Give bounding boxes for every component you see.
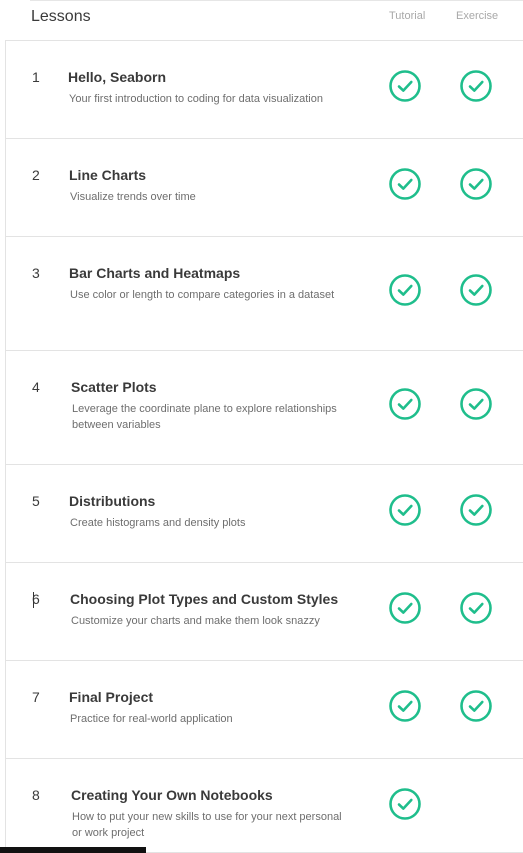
lesson-description: Customize your charts and make them look… (71, 615, 320, 627)
lesson-row[interactable]: 6 Choosing Plot Types and Custom Styles Cu… (6, 563, 523, 661)
lessons-title: Lessons (31, 8, 91, 25)
lesson-title[interactable]: Choosing Plot Types and Custom Styles (70, 591, 338, 607)
lesson-row[interactable]: 4 Scatter Plots Leverage the coordinate pl… (6, 351, 523, 465)
tutorial-checkmark-circle-icon[interactable] (389, 168, 421, 200)
exercise-checkmark-circle-icon[interactable] (460, 592, 492, 624)
lesson-title[interactable]: Creating Your Own Notebooks (71, 787, 273, 803)
lesson-title[interactable]: Hello, Seaborn (68, 69, 166, 85)
lesson-title[interactable]: Distributions (69, 493, 155, 509)
lesson-title[interactable]: Bar Charts and Heatmaps (69, 265, 240, 281)
tutorial-checkmark-circle-icon[interactable] (389, 690, 421, 722)
lessons-list: 1 Hello, Seaborn Your first introduction t… (5, 40, 523, 853)
lesson-number: 7 (32, 689, 40, 705)
lesson-number: 1 (32, 69, 40, 85)
lessons-header: Lessons Tutorial Exercise (0, 0, 523, 40)
lesson-title[interactable]: Final Project (69, 689, 153, 705)
exercise-column-header: Exercise (456, 10, 499, 22)
exercise-checkmark-circle-icon[interactable] (460, 168, 492, 200)
lesson-row[interactable]: 1 Hello, Seaborn Your first introduction t… (6, 41, 523, 139)
lesson-description: Create histograms and density plots (70, 517, 246, 529)
lesson-row[interactable]: 5 Distributions Create histograms and dens… (6, 465, 523, 563)
exercise-checkmark-circle-icon[interactable] (460, 274, 492, 306)
tutorial-column-header: Tutorial (389, 10, 426, 22)
lesson-row[interactable]: 2 Line Charts Visualize trends over time (6, 139, 523, 237)
exercise-checkmark-circle-icon[interactable] (460, 690, 492, 722)
tutorial-checkmark-circle-icon[interactable] (389, 592, 421, 624)
lesson-title[interactable]: Scatter Plots (71, 379, 157, 395)
lesson-description: Use color or length to compare categorie… (70, 289, 335, 301)
exercise-checkmark-circle-icon[interactable] (460, 70, 492, 102)
bottom-scrollbar[interactable] (0, 847, 146, 853)
lesson-number: 4 (32, 379, 40, 395)
lesson-number: 2 (32, 167, 40, 183)
lesson-description: Practice for real-world application (70, 713, 233, 725)
lesson-number: 3 (32, 265, 40, 281)
lesson-number: 5 (32, 493, 40, 509)
lesson-description: How to put your new skills to use for yo… (72, 811, 342, 839)
lesson-title[interactable]: Line Charts (69, 167, 146, 183)
lesson-description: Leverage the coordinate plane to explore… (72, 403, 337, 431)
lesson-row[interactable]: 3 Bar Charts and Heatmaps Use color or len… (6, 237, 523, 351)
lesson-row[interactable]: 8 Creating Your Own Notebooks How to put y… (6, 759, 523, 853)
lesson-description: Your first introduction to coding for da… (69, 93, 323, 105)
text-cursor (33, 592, 34, 608)
exercise-checkmark-circle-icon[interactable] (460, 494, 492, 526)
exercise-checkmark-circle-icon[interactable] (460, 388, 492, 420)
tutorial-checkmark-circle-icon[interactable] (389, 788, 421, 820)
tutorial-checkmark-circle-icon[interactable] (389, 70, 421, 102)
tutorial-checkmark-circle-icon[interactable] (389, 388, 421, 420)
tutorial-checkmark-circle-icon[interactable] (389, 494, 421, 526)
lesson-row[interactable]: 7 Final Project Practice for real-world ap… (6, 661, 523, 759)
lesson-number: 8 (32, 787, 40, 803)
tutorial-checkmark-circle-icon[interactable] (389, 274, 421, 306)
lesson-description: Visualize trends over time (70, 191, 196, 203)
